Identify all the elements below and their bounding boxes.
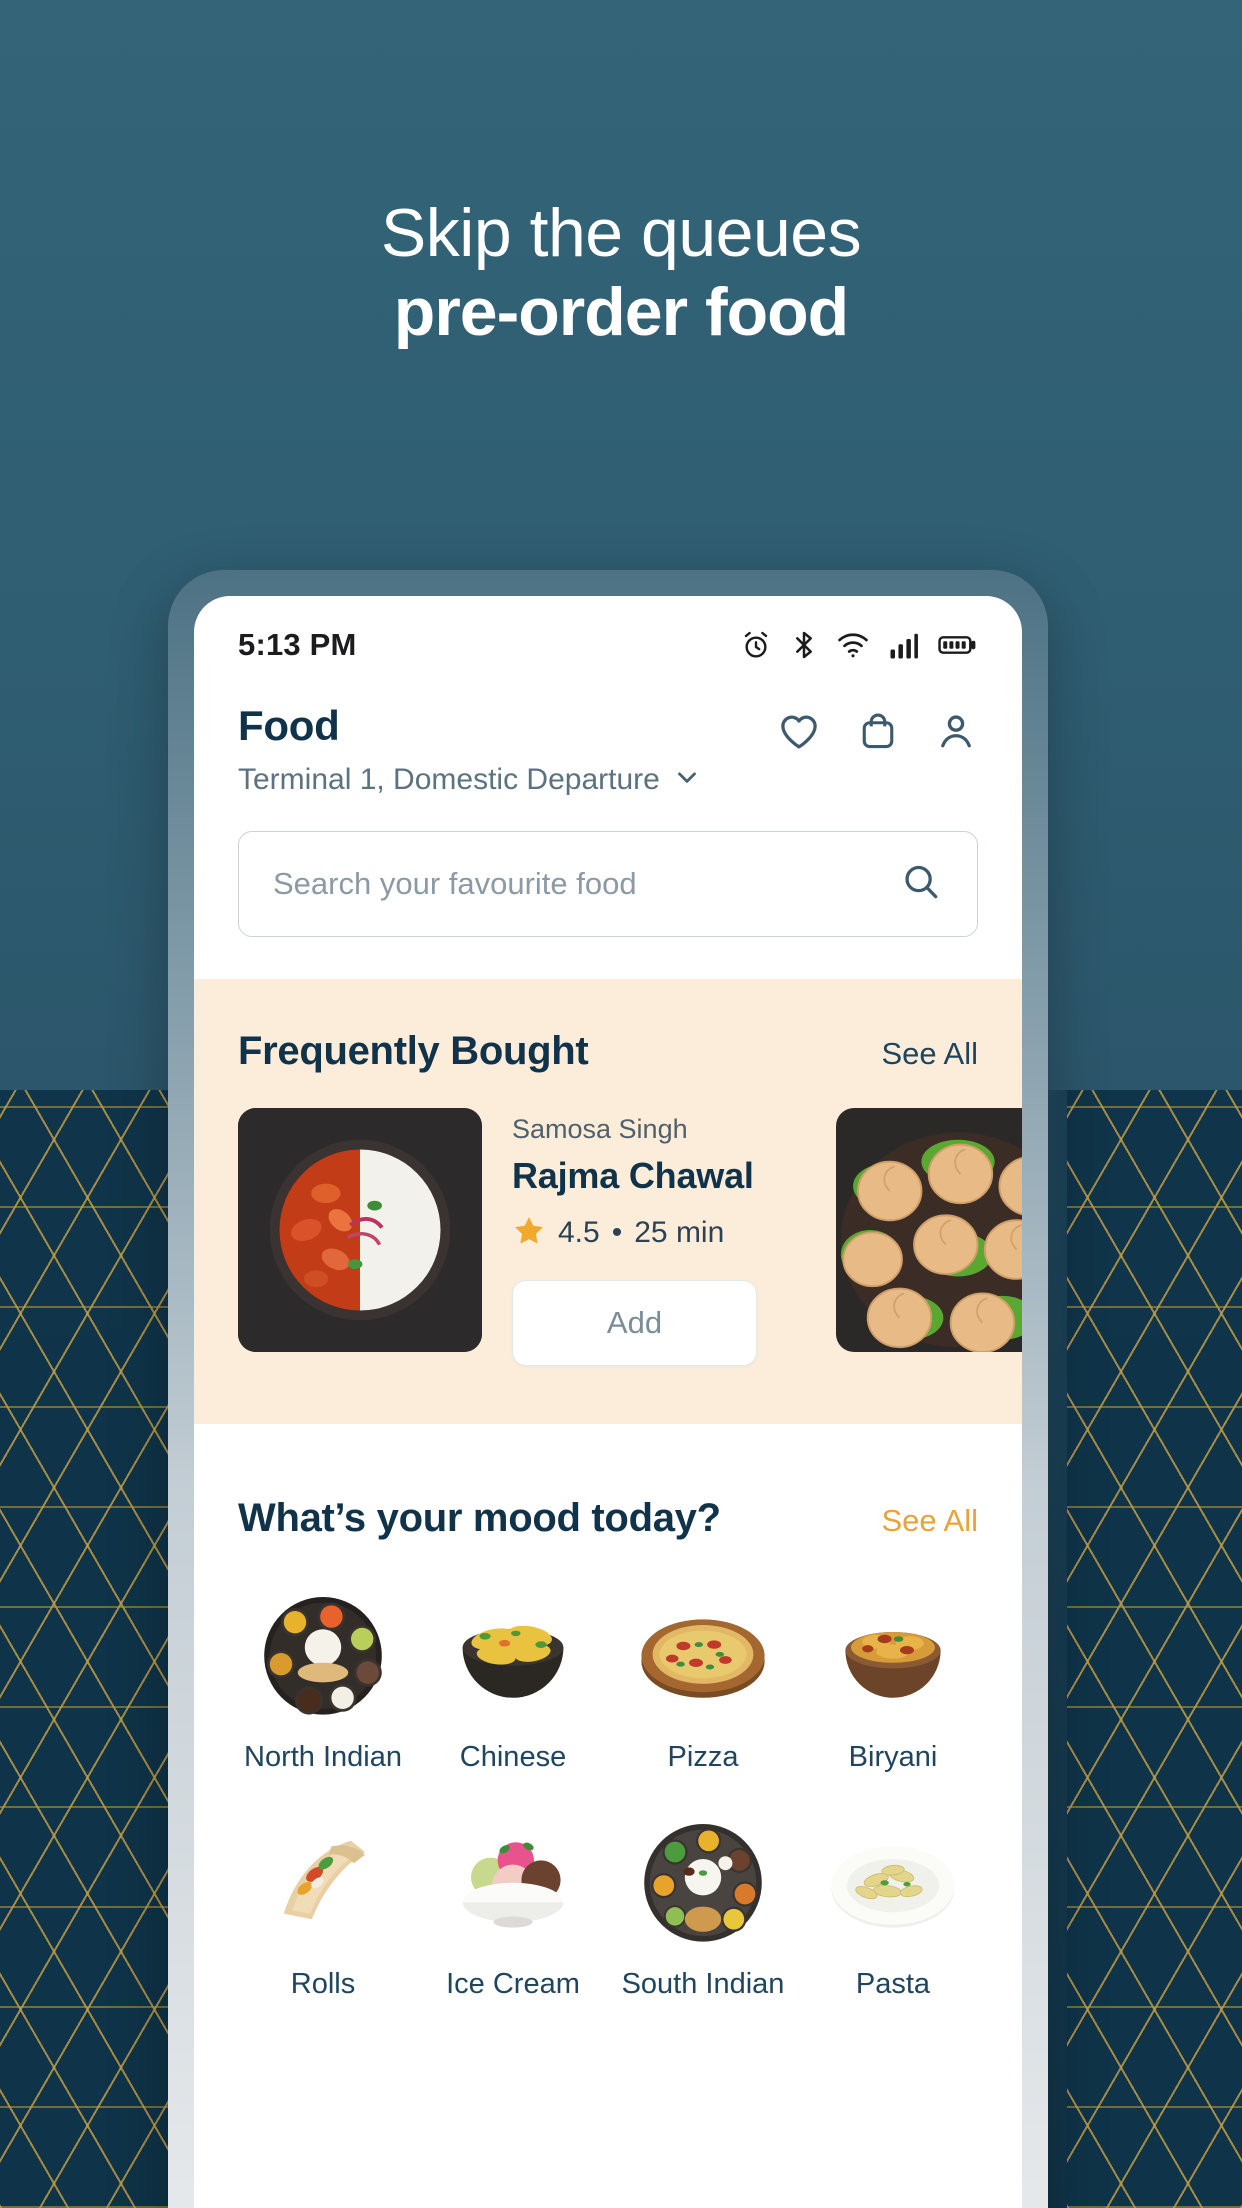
rating-value: 4.5	[558, 1215, 600, 1249]
rajma-chawal-image	[238, 1108, 482, 1352]
category-label: Ice Cream	[446, 1968, 580, 2000]
ice-cream-bowl-image	[443, 1810, 583, 1950]
terminal-selector[interactable]: Terminal 1, Domestic Departure	[238, 762, 702, 797]
category-grid: North Indian Chinese Pizza Biryani Rolls…	[194, 1583, 1022, 2001]
category-label: Biryani	[848, 1741, 938, 1773]
dish-name: Rajma Chawal	[512, 1155, 754, 1196]
status-time: 5:13 PM	[238, 627, 357, 662]
category-label: Pizza	[667, 1741, 739, 1773]
chinese-noodles-image	[443, 1583, 583, 1723]
category-label: Rolls	[290, 1968, 356, 2000]
biryani-image	[823, 1583, 963, 1723]
rating-separator: •	[611, 1215, 623, 1249]
category-item-chinese[interactable]: Chinese	[418, 1583, 608, 1774]
frequently-bought-header: Frequently Bought See All	[194, 1029, 1022, 1074]
hero-headline: Skip the queues pre-order food	[0, 196, 1242, 354]
mood-header: What’s your mood today? See All	[194, 1496, 1022, 1541]
food-card[interactable]: Samosa Singh Rajma Chawal 4.5 • 25 min A…	[238, 1108, 812, 1366]
south-indian-thali-image	[633, 1810, 773, 1950]
see-all-frequently-bought[interactable]: See All	[881, 1036, 978, 1072]
bag-icon[interactable]	[856, 708, 900, 754]
category-label: South Indian	[621, 1968, 785, 2000]
frequently-bought-section: Frequently Bought See All Samosa Singh R…	[194, 979, 1022, 1424]
signal-icon	[889, 629, 919, 661]
category-item-rolls[interactable]: Rolls	[228, 1810, 418, 2001]
star-icon	[512, 1213, 546, 1252]
hero-line-1: Skip the queues	[380, 195, 862, 271]
decorative-pattern-left	[0, 1090, 175, 2208]
search-icon[interactable]	[899, 860, 943, 909]
bluetooth-icon	[791, 629, 817, 661]
search-section: Search your favourite food	[194, 797, 1022, 979]
header-title-block: Food Terminal 1, Domestic Departure	[238, 702, 702, 797]
phone-mockup: 5:13 PM Food Terminal 1, Domestic Depart…	[168, 570, 1048, 2208]
category-label: Pasta	[855, 1968, 931, 2000]
pasta-plate-image	[823, 1810, 963, 1950]
category-item-south-indian[interactable]: South Indian	[608, 1810, 798, 2001]
category-item-ice-cream[interactable]: Ice Cream	[418, 1810, 608, 2001]
category-item-pizza[interactable]: Pizza	[608, 1583, 798, 1774]
phone-screen: 5:13 PM Food Terminal 1, Domestic Depart…	[194, 596, 1022, 2208]
category-item-pasta[interactable]: Pasta	[798, 1810, 988, 2001]
decorative-pattern-right	[1067, 1090, 1242, 2208]
page-title: Food	[238, 702, 340, 749]
food-card-info: Samosa Singh Rajma Chawal 4.5 • 25 min A…	[512, 1108, 812, 1366]
category-item-north-indian[interactable]: North Indian	[228, 1583, 418, 1774]
momos-image[interactable]	[836, 1108, 1022, 1352]
heart-icon[interactable]	[776, 708, 822, 754]
rolls-wrap-image	[253, 1810, 393, 1950]
frequently-bought-carousel[interactable]: Samosa Singh Rajma Chawal 4.5 • 25 min A…	[194, 1108, 1022, 1366]
see-all-mood[interactable]: See All	[881, 1503, 978, 1539]
category-item-biryani[interactable]: Biryani	[798, 1583, 988, 1774]
pizza-image	[633, 1583, 773, 1723]
status-icon-group	[740, 629, 978, 661]
battery-icon	[938, 629, 978, 661]
chevron-down-icon	[672, 762, 702, 797]
wifi-icon	[836, 629, 870, 661]
status-bar: 5:13 PM	[194, 596, 1022, 680]
header-action-icons	[776, 702, 978, 754]
terminal-label: Terminal 1, Domestic Departure	[238, 762, 660, 796]
app-header: Food Terminal 1, Domestic Departure	[194, 680, 1022, 797]
alarm-icon	[740, 629, 772, 661]
category-label: Chinese	[459, 1741, 567, 1773]
search-placeholder: Search your favourite food	[273, 866, 637, 901]
search-input[interactable]: Search your favourite food	[238, 831, 978, 937]
rating-row: 4.5 • 25 min	[512, 1213, 812, 1252]
category-label: North Indian	[244, 1741, 402, 1773]
section-title: Frequently Bought	[238, 1029, 589, 1073]
add-button[interactable]: Add	[512, 1280, 757, 1366]
profile-icon[interactable]	[934, 708, 978, 754]
hero-line-2: pre-order food	[393, 273, 849, 350]
mood-title: What’s your mood today?	[238, 1496, 721, 1540]
prep-time: 25 min	[634, 1215, 725, 1249]
north-indian-thali-image	[253, 1583, 393, 1723]
mood-section: What’s your mood today? See All North In…	[194, 1424, 1022, 2001]
restaurant-name: Samosa Singh	[512, 1114, 688, 1144]
